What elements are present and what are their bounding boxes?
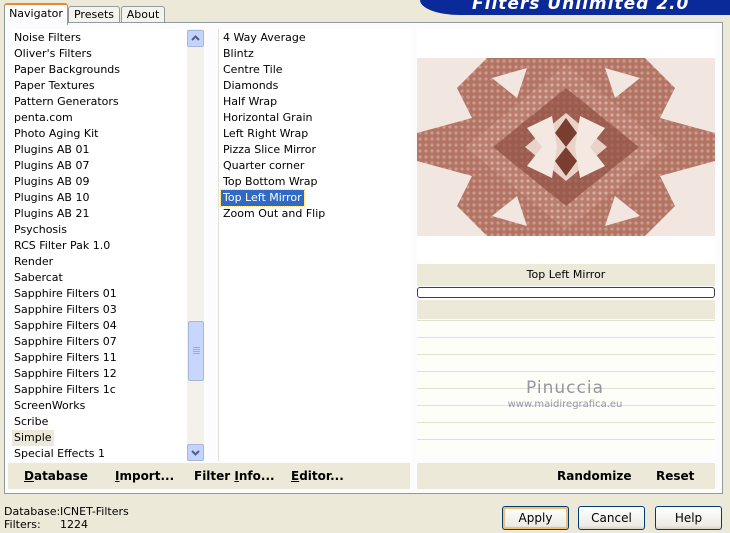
- category-list-item[interactable]: RCS Filter Pak 1.0: [12, 238, 112, 254]
- apply-button[interactable]: Apply: [502, 506, 569, 530]
- category-list-item[interactable]: Paper Backgrounds: [12, 62, 122, 78]
- chevron-down-icon: [191, 450, 200, 456]
- category-list-item[interactable]: Sapphire Filters 07: [12, 334, 119, 350]
- category-list[interactable]: Noise Filters Oliver's Filters Paper Backg…: [10, 29, 187, 461]
- category-list-item[interactable]: Plugins AB 09: [12, 174, 91, 190]
- category-list-item[interactable]: Oliver's Filters: [12, 46, 94, 62]
- tab-about[interactable]: About: [121, 6, 165, 23]
- filters-count-label: Filters:: [4, 518, 41, 531]
- category-list-item[interactable]: Sapphire Filters 03: [12, 302, 119, 318]
- reset-button[interactable]: Reset: [656, 463, 694, 489]
- filter-list-item[interactable]: Blintz: [221, 46, 256, 62]
- filter-list-item[interactable]: Top Bottom Wrap: [221, 174, 320, 190]
- category-list-item[interactable]: Sapphire Filters 11: [12, 350, 119, 366]
- category-list-item[interactable]: Sapphire Filters 1c: [12, 382, 118, 398]
- category-scrollbar[interactable]: [187, 29, 204, 461]
- filter-info-button[interactable]: Filter Info...: [194, 463, 275, 489]
- app-title-banner: Filters Unlimited 2.0: [420, 0, 730, 15]
- progress-bar: [417, 287, 715, 298]
- database-button[interactable]: Database: [24, 463, 88, 489]
- filters-count-value: 1224: [60, 518, 88, 531]
- category-list-item[interactable]: Plugins AB 10: [12, 190, 91, 206]
- cancel-button[interactable]: Cancel: [578, 506, 645, 530]
- category-list-item[interactable]: Simple: [12, 430, 54, 446]
- watermark-url: www.maidiregrafica.eu: [507, 399, 623, 410]
- chevron-up-icon: [191, 35, 200, 41]
- editor-button[interactable]: Editor...: [291, 463, 344, 489]
- watermark-name: Pinuccia: [526, 378, 604, 398]
- import-button[interactable]: Import...: [115, 463, 174, 489]
- category-list-item[interactable]: Sapphire Filters 12: [12, 366, 119, 382]
- database-value: ICNET-Filters: [60, 505, 129, 518]
- app-title: Filters Unlimited 2.0: [472, 0, 690, 14]
- filter-list-item[interactable]: Horizontal Grain: [221, 110, 314, 126]
- tab-navigator[interactable]: Navigator: [4, 3, 68, 25]
- filter-list-item[interactable]: 4 Way Average: [221, 30, 308, 46]
- category-list-item[interactable]: Scribe: [12, 414, 50, 430]
- category-list-item[interactable]: Special Effects 1: [12, 446, 107, 461]
- scroll-thumb[interactable]: [188, 321, 204, 381]
- category-list-item[interactable]: Sabercat: [12, 270, 65, 286]
- scroll-down-button[interactable]: [187, 444, 204, 461]
- filter-list[interactable]: 4 Way Average Blintz Centre Tile Diamonds Ha…: [218, 29, 411, 461]
- filter-list-item[interactable]: Zoom Out and Flip: [221, 206, 327, 222]
- category-list-item[interactable]: Sapphire Filters 04: [12, 318, 119, 334]
- category-list-item[interactable]: Render: [12, 254, 55, 270]
- category-list-item[interactable]: Photo Aging Kit: [12, 126, 100, 142]
- category-list-item[interactable]: Sapphire Filters 01: [12, 286, 119, 302]
- watermark: Pinuccia www.maidiregrafica.eu: [475, 378, 655, 410]
- category-list-item[interactable]: Pattern Generators: [12, 94, 121, 110]
- category-list-item[interactable]: Psychosis: [12, 222, 69, 238]
- filter-list-item[interactable]: Pizza Slice Mirror: [221, 142, 318, 158]
- preset-button-bar: Randomize Reset: [417, 463, 715, 489]
- category-list-item[interactable]: Plugins AB 07: [12, 158, 91, 174]
- category-list-item[interactable]: Paper Textures: [12, 78, 97, 94]
- filter-list-item[interactable]: Top Left Mirror: [220, 189, 305, 207]
- category-list-item[interactable]: Plugins AB 21: [12, 206, 91, 222]
- randomize-button[interactable]: Randomize: [557, 463, 631, 489]
- category-list-item[interactable]: ScreenWorks: [12, 398, 87, 414]
- filter-list-item[interactable]: Half Wrap: [221, 94, 279, 110]
- preview-filter-name: Top Left Mirror: [417, 264, 715, 286]
- category-list-item[interactable]: Noise Filters: [12, 30, 83, 46]
- database-label: Database:: [4, 505, 61, 518]
- help-button[interactable]: Help: [655, 506, 722, 530]
- scroll-up-button[interactable]: [187, 30, 204, 47]
- filter-list-item[interactable]: Centre Tile: [221, 62, 285, 78]
- navigator-button-bar: Database Import... Filter Info... Editor…: [8, 463, 410, 489]
- tab-presets[interactable]: Presets: [68, 6, 120, 23]
- filter-list-item[interactable]: Left Right Wrap: [221, 126, 310, 142]
- category-list-item[interactable]: penta.com: [12, 110, 75, 126]
- filter-list-item[interactable]: Quarter corner: [221, 158, 306, 174]
- filter-list-item[interactable]: Diamonds: [221, 78, 280, 94]
- category-list-item[interactable]: Plugins AB 01: [12, 142, 91, 158]
- filter-preview-image: [417, 58, 715, 236]
